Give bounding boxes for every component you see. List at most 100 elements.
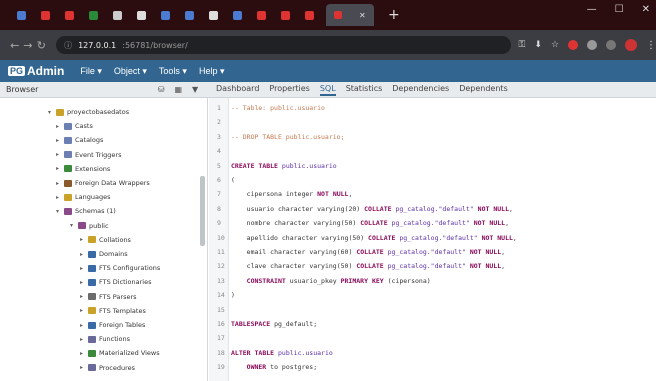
menu-help[interactable]: Help ▾ [199,66,225,77]
tree-node[interactable]: ▸ Extensions [56,163,110,175]
menu-object[interactable]: Object ▾ [114,66,147,77]
filter-icon[interactable]: ▼ [192,85,198,94]
object-browser-tree: ▾ proyectobasedatos ▸ Casts ▸ Catalogs ▸ Event … [0,98,208,381]
browser-tab[interactable] [250,7,272,23]
tree-node[interactable]: ▸ FTS Templates [80,305,146,317]
chevron-down-icon[interactable]: ▾ [48,109,56,116]
tree-node[interactable]: ▾ proyectobasedatos [48,106,129,118]
tree-node-label: FTS Templates [99,306,146,315]
back-icon[interactable]: ← [8,39,21,52]
chevron-right-icon[interactable]: ▸ [56,165,64,172]
chevron-right-icon[interactable]: ▸ [56,151,64,158]
code-line: nombre character varying(50) COLLATE pg_… [246,219,509,228]
tab-statistics[interactable]: Statistics [346,84,383,96]
object-tabs: Dashboard Properties SQL Statistics Depe… [208,84,508,96]
bookmark-icon[interactable]: ☆ [551,40,559,50]
extension-icon[interactable] [587,40,598,50]
menu-tools[interactable]: Tools ▾ [159,66,187,77]
extension-icon[interactable] [606,40,617,50]
tree-node[interactable]: ▸ Collations [80,234,131,246]
tree-node-label: Collations [99,235,131,244]
chevron-right-icon[interactable]: ▸ [80,251,88,258]
download-icon[interactable]: ⬇ [534,40,542,50]
chevron-right-icon[interactable]: ▸ [80,364,88,371]
tab-properties[interactable]: Properties [269,84,309,96]
tab-dashboard[interactable]: Dashboard [216,84,259,96]
tree-node[interactable]: ▸ Materialized Views [80,347,160,359]
browser-tab[interactable] [274,7,296,23]
tab-dependencies[interactable]: Dependencies [392,84,449,96]
address-bar[interactable]: ⓘ 127.0.0.1 :56781/browser/ [56,36,511,54]
tab-close-icon[interactable]: ✕ [359,11,366,20]
node-type-icon [88,321,96,329]
browser-tab[interactable] [106,7,128,23]
chevron-right-icon[interactable]: ▸ [80,265,88,272]
grid-icon[interactable]: ▦ [174,85,182,94]
chevron-right-icon[interactable]: ▸ [80,350,88,357]
new-tab-button[interactable]: + [388,7,400,23]
code-line: CREATE TABLE public.usuario [231,161,337,170]
line-number: 15 [217,305,225,314]
chevron-down-icon[interactable]: ▾ [56,208,64,215]
menu-file[interactable]: File ▾ [80,66,102,77]
browser-tab[interactable] [154,7,176,23]
tree-node[interactable]: ▸ Domains [80,248,128,260]
tree-node[interactable]: ▸ Foreign Data Wrappers [56,177,150,189]
chevron-right-icon[interactable]: ▸ [80,279,88,286]
tree-node[interactable]: ▸ Foreign Tables [80,319,145,331]
browser-tab[interactable] [82,7,104,23]
key-icon[interactable]: ⚿ [519,40,526,50]
browser-tab[interactable] [58,7,80,23]
tree-node[interactable]: ▸ Casts [56,120,93,132]
line-number: 6 [217,176,221,184]
menu-icon[interactable]: ⋮ [646,40,656,51]
tree-node[interactable]: ▸ FTS Configurations [80,262,160,274]
chevron-down-icon[interactable]: ▾ [70,222,78,229]
tree-node[interactable]: ▾ Schemas (1) [56,205,116,217]
close-icon[interactable]: ✕ [642,4,650,15]
app-logo-text: Admin [27,64,65,78]
browser-tab[interactable] [178,7,200,23]
app-header: PG Admin File ▾ Object ▾ Tools ▾ Help ▾ [0,60,656,82]
browser-tools: ⛁ ▦ ▼ [148,85,208,94]
chevron-right-icon[interactable]: ▸ [80,293,88,300]
tree-node[interactable]: ▸ Functions [80,333,130,345]
browser-tab[interactable] [226,7,248,23]
code-line: -- Table: public.usuario [231,104,325,112]
tree-node[interactable]: ▸ FTS Parsers [80,291,137,303]
tree-node[interactable]: ▸ Languages [56,191,110,203]
maximize-icon[interactable]: ☐ [615,4,624,15]
tree-node[interactable]: ▸ Catalogs [56,134,103,146]
profile-avatar[interactable] [625,39,638,51]
browser-tab[interactable] [34,7,56,23]
browser-tab[interactable] [10,7,32,23]
active-browser-tab[interactable]: ✕ [326,4,374,26]
tree-node[interactable]: ▸ Event Triggers [56,149,122,161]
chevron-right-icon[interactable]: ▸ [56,180,64,187]
chevron-right-icon[interactable]: ▸ [80,236,88,243]
chevron-right-icon[interactable]: ▸ [80,322,88,329]
tree-node[interactable]: ▾ public [70,220,109,232]
code-line: usuario character varying(20) COLLATE pg… [246,204,513,213]
minimize-icon[interactable]: — [587,4,597,15]
chevron-right-icon[interactable]: ▸ [56,194,64,201]
chevron-right-icon[interactable]: ▸ [80,307,88,314]
chevron-right-icon[interactable]: ▸ [80,336,88,343]
browser-tab[interactable] [202,7,224,23]
tree-node[interactable]: ▸ FTS Dictionaries [80,276,151,288]
sql-editor[interactable]: 1 -- Table: public.usuario 2 3 -- DROP TABLE… [209,98,656,381]
tree-node[interactable]: ▸ Procedures [80,362,135,374]
forward-icon[interactable]: → [21,39,34,52]
reload-icon[interactable]: ↻ [35,39,48,52]
tab-dependents[interactable]: Dependents [459,84,508,96]
tree-scrollbar[interactable] [200,176,205,246]
chevron-right-icon[interactable]: ▸ [56,123,64,130]
browser-tab[interactable] [298,7,320,23]
site-info-icon[interactable]: ⓘ [64,40,72,51]
extension-icon[interactable] [568,40,579,50]
tab-sql[interactable]: SQL [319,84,336,96]
chevron-right-icon[interactable]: ▸ [56,137,64,144]
line-number: 3 [217,132,221,141]
database-icon[interactable]: ⛁ [158,85,165,94]
browser-tab[interactable] [130,7,152,23]
